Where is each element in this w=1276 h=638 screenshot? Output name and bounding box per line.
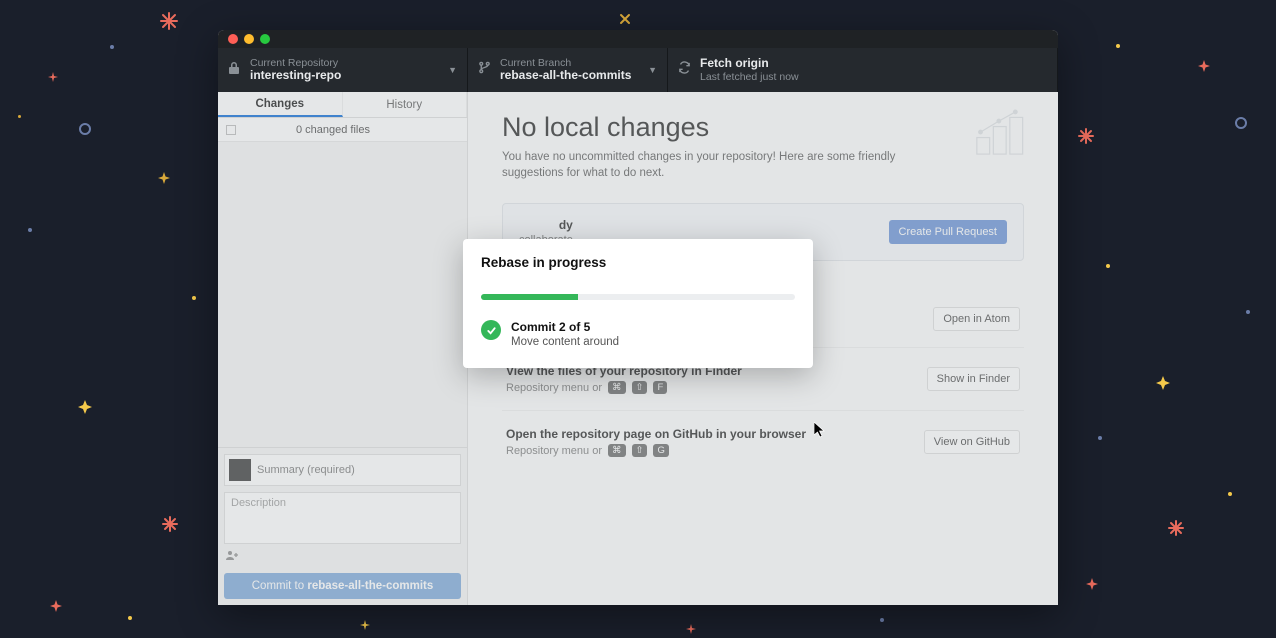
fetch-sub: Last fetched just now — [700, 71, 799, 83]
current-branch-selector[interactable]: Current Branch rebase-all-the-commits ▼ — [468, 48, 668, 92]
branch-value: rebase-all-the-commits — [500, 69, 631, 83]
window-close-button[interactable] — [228, 34, 238, 44]
lock-icon — [228, 61, 242, 80]
window-titlebar — [218, 30, 1058, 48]
chevron-down-icon: ▼ — [634, 65, 657, 75]
window-minimize-button[interactable] — [244, 34, 254, 44]
window-zoom-button[interactable] — [260, 34, 270, 44]
chevron-down-icon: ▼ — [434, 65, 457, 75]
current-repository-selector[interactable]: Current Repository interesting-repo ▼ — [218, 48, 468, 92]
fetch-label: Fetch origin — [700, 57, 799, 71]
fetch-origin-button[interactable]: Fetch origin Last fetched just now — [668, 48, 1058, 92]
repo-value: interesting-repo — [250, 69, 341, 83]
check-circle-icon — [481, 320, 501, 340]
progress-bar — [481, 294, 795, 300]
mouse-cursor-icon — [814, 422, 826, 438]
commit-progress-title: Commit 2 of 5 — [511, 320, 619, 334]
sync-icon — [678, 61, 692, 79]
toolbar: Current Repository interesting-repo ▼ Cu… — [218, 48, 1058, 92]
commit-progress-message: Move content around — [511, 336, 619, 348]
git-branch-icon — [478, 61, 492, 79]
dialog-title: Rebase in progress — [481, 255, 795, 270]
rebase-progress-dialog: Rebase in progress Commit 2 of 5 Move co… — [463, 239, 813, 368]
progress-fill — [481, 294, 578, 300]
